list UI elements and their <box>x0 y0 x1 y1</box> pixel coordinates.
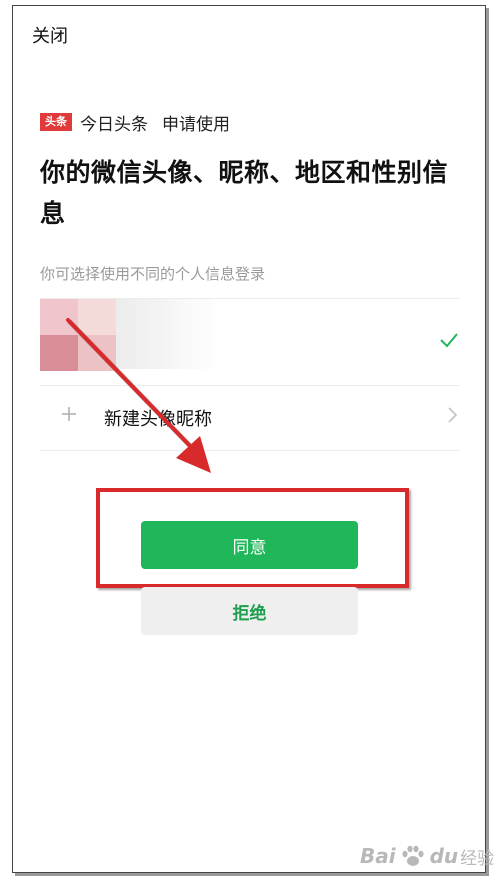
new-profile-label: 新建头像昵称 <box>104 409 212 430</box>
app-name: 今日头条 <box>80 114 148 135</box>
new-profile-option[interactable]: 新建头像昵称 <box>40 386 460 450</box>
check-icon <box>440 333 458 348</box>
divider-bottom <box>40 450 460 451</box>
permission-hint: 你可选择使用不同的个人信息登录 <box>40 265 266 283</box>
reject-button[interactable]: 拒绝 <box>141 587 358 635</box>
close-button[interactable]: 关闭 <box>32 22 68 48</box>
paw-icon <box>402 845 424 866</box>
watermark-text-cn: 经验 <box>460 848 495 869</box>
permission-title: 你的微信头像、昵称、地区和性别信息 <box>40 158 449 228</box>
baidu-watermark: Bai du 经验 <box>360 838 494 874</box>
watermark-text-du: du <box>429 844 459 868</box>
chevron-right-icon <box>448 407 458 423</box>
profile-option-current[interactable] <box>40 299 460 385</box>
watermark-text-bai: Bai <box>360 844 396 868</box>
nickname-blurred <box>116 299 214 369</box>
app-logo: 头条 <box>40 113 72 131</box>
app-request-text: 申请使用 <box>162 114 230 135</box>
app-info-row: 头条 今日头条 申请使用 <box>40 111 230 135</box>
screenshot-page: 关闭 头条 今日头条 申请使用 你的微信头像、昵称、地区和性别信息 你可选择使用… <box>0 0 500 886</box>
agree-button[interactable]: 同意 <box>141 521 358 569</box>
avatar <box>40 299 116 371</box>
plus-icon <box>62 407 76 421</box>
